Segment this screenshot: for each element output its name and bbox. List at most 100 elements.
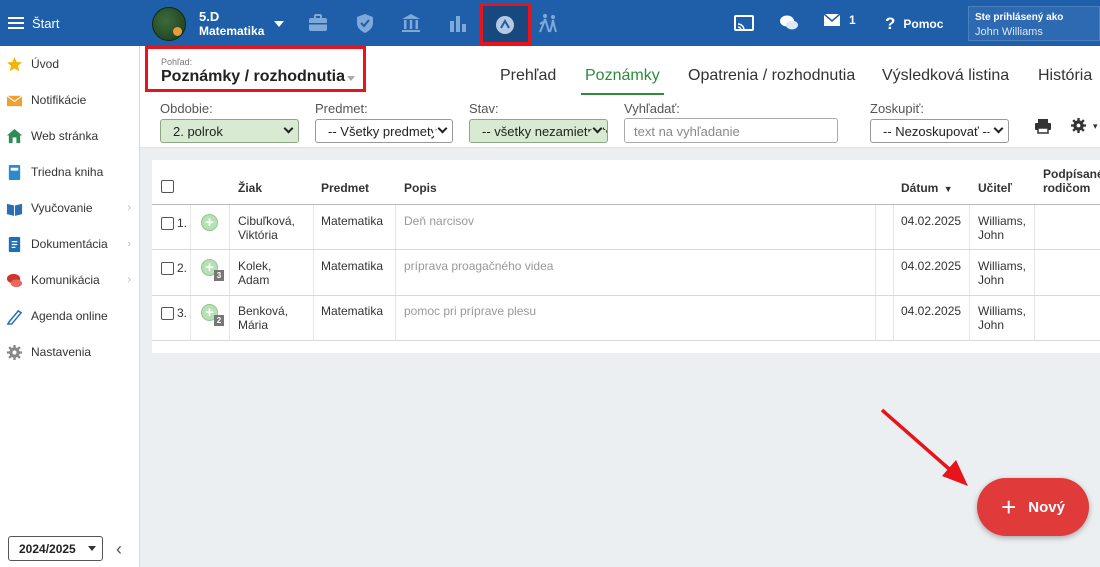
col-separator [190, 205, 191, 340]
row-checkbox[interactable] [161, 307, 174, 320]
plus-icon: + [1001, 492, 1017, 522]
group-select[interactable]: -- Nezoskupovať -- [870, 119, 1009, 143]
view-selector[interactable]: Pohľad: Poznámky / rozhodnutia [145, 46, 366, 92]
student-firstname: Mária [238, 318, 269, 332]
messages-button[interactable]: 1 [823, 13, 856, 27]
row-number: 3. [177, 306, 188, 320]
class-selector[interactable]: 5.D Matematika [152, 7, 285, 41]
new-note-button[interactable]: + Nový [977, 478, 1089, 536]
row-number: 1. [177, 216, 188, 230]
student-name[interactable]: Cibuľková, Viktória [238, 214, 295, 242]
signed-header-line2: rodičom [1043, 181, 1091, 195]
content-header: Pohľad: Poznámky / rozhodnutia Prehľad P… [140, 46, 1100, 148]
collapse-sidebar-icon[interactable]: ‹ [116, 539, 122, 560]
book-icon [8, 164, 21, 180]
view-label: Pohľad: [161, 57, 193, 67]
col-separator [229, 205, 230, 340]
col-header-teacher[interactable]: Učiteľ [978, 181, 1012, 195]
start-menu-button[interactable]: Štart [0, 0, 140, 46]
tab-prehlad[interactable]: Prehľad [500, 67, 556, 95]
notes-module-highlight[interactable] [480, 3, 531, 45]
house-icon [6, 128, 23, 143]
row-divider [152, 340, 1100, 341]
stav-select[interactable]: -- všetky nezamietnuté -- [469, 119, 608, 143]
search-input[interactable]: text na vyhľadanie [624, 118, 838, 143]
student-name[interactable]: Benková, Mária [238, 304, 288, 332]
student-name[interactable]: Kolek, Adam [238, 259, 271, 287]
notes-badge-icon [496, 16, 514, 34]
obdobie-select[interactable]: 2. polrok [160, 119, 299, 143]
shield-icon[interactable] [354, 12, 376, 34]
hamburger-icon [8, 16, 24, 30]
help-button[interactable]: ? Pomoc [885, 14, 943, 34]
class-name: 5.D [199, 9, 220, 24]
cast-icon[interactable] [733, 13, 755, 35]
row-divider [152, 295, 1100, 296]
tab-opatrenia[interactable]: Opatrenia / rozhodnutia [688, 67, 855, 95]
teacher-cell: Williams, John [978, 259, 1026, 287]
teacher-surname: Williams, [978, 259, 1026, 273]
add-note-icon[interactable]: + [201, 214, 218, 231]
sidebar-item-vyucovanie[interactable]: Vyučovanie › [0, 190, 139, 226]
sidebar-item-label: Web stránka [31, 129, 99, 143]
user-account-box[interactable]: Ste prihlásený ako John Williams [968, 6, 1100, 41]
sidebar-item-komunikacia[interactable]: Komunikácia › [0, 262, 139, 298]
col-separator [1034, 205, 1035, 340]
date-cell: 04.02.2025 [901, 259, 962, 273]
school-year-select[interactable]: 2024/2025 [8, 536, 103, 561]
student-surname: Benková, [238, 304, 289, 318]
col-header-date[interactable]: Dátum ▼ [901, 181, 953, 195]
row-checkbox[interactable] [161, 217, 174, 230]
institution-icon[interactable] [400, 12, 422, 34]
col-header-description[interactable]: Popis [404, 181, 437, 195]
envelope-icon [6, 94, 23, 106]
logged-as-label: Ste prihlásený ako [975, 12, 1064, 23]
bar-chart-icon[interactable] [447, 12, 469, 34]
tab-historia[interactable]: História [1038, 67, 1092, 95]
add-note-icon[interactable]: +3 [201, 259, 224, 281]
row-checkbox[interactable] [161, 262, 174, 275]
print-icon[interactable] [1034, 118, 1052, 134]
sidebar-item-notifikacie[interactable]: Notifikácie [0, 82, 139, 118]
predmet-select[interactable]: -- Všetky predmety -- [315, 119, 453, 143]
sidebar-item-nastavenia[interactable]: Nastavenia [0, 334, 139, 370]
teacher-surname: Williams, [978, 214, 1026, 228]
sidebar-item-web-stranka[interactable]: Web stránka [0, 118, 139, 154]
sidebar-item-triedna-kniha[interactable]: Triedna kniha [0, 154, 139, 190]
stav-label: Stav: [469, 101, 499, 116]
sidebar-item-label: Agenda online [31, 309, 108, 323]
col-header-signed[interactable]: Podpísané rodičom [1043, 167, 1100, 195]
envelope-icon [823, 13, 841, 26]
date-cell: 04.02.2025 [901, 214, 962, 228]
tab-vysledkova-listina[interactable]: Výsledková listina [882, 67, 1009, 95]
student-surname: Kolek, [238, 259, 272, 273]
sidebar-item-label: Triedna kniha [31, 165, 104, 179]
col-header-subject[interactable]: Predmet [321, 181, 369, 195]
sidebar-item-dokumentacia[interactable]: Dokumentácia › [0, 226, 139, 262]
select-all-checkbox[interactable] [161, 180, 174, 193]
settings-gear-icon[interactable] [1070, 117, 1087, 134]
chevron-down-icon [283, 123, 294, 134]
sidebar-item-agenda-online[interactable]: Agenda online [0, 298, 139, 334]
walking-people-icon[interactable] [537, 12, 559, 34]
question-mark-icon: ? [885, 14, 896, 33]
teacher-cell: Williams, John [978, 214, 1026, 242]
row-number: 2. [177, 261, 188, 275]
sidebar-item-label: Komunikácia [31, 273, 100, 287]
open-book-icon [6, 203, 23, 216]
briefcase-icon[interactable] [307, 12, 329, 34]
add-note-icon[interactable]: +2 [201, 304, 224, 326]
subject-cell: Matematika [321, 214, 384, 228]
sidebar-item-label: Úvod [31, 57, 60, 71]
tab-poznamky[interactable]: Poznámky [581, 67, 664, 95]
sidebar-item-uvod[interactable]: Úvod [0, 46, 139, 82]
chevron-right-icon: › [127, 202, 131, 214]
obdobie-value: 2. polrok [173, 124, 223, 139]
row-divider [152, 249, 1100, 250]
sidebar-item-label: Dokumentácia [31, 237, 108, 251]
chat-bubbles-icon[interactable] [778, 12, 800, 34]
chevron-down-icon [88, 546, 96, 551]
col-header-student[interactable]: Žiak [238, 181, 262, 195]
subject-cell: Matematika [321, 259, 384, 273]
view-value: Poznámky / rozhodnutia [161, 68, 346, 85]
